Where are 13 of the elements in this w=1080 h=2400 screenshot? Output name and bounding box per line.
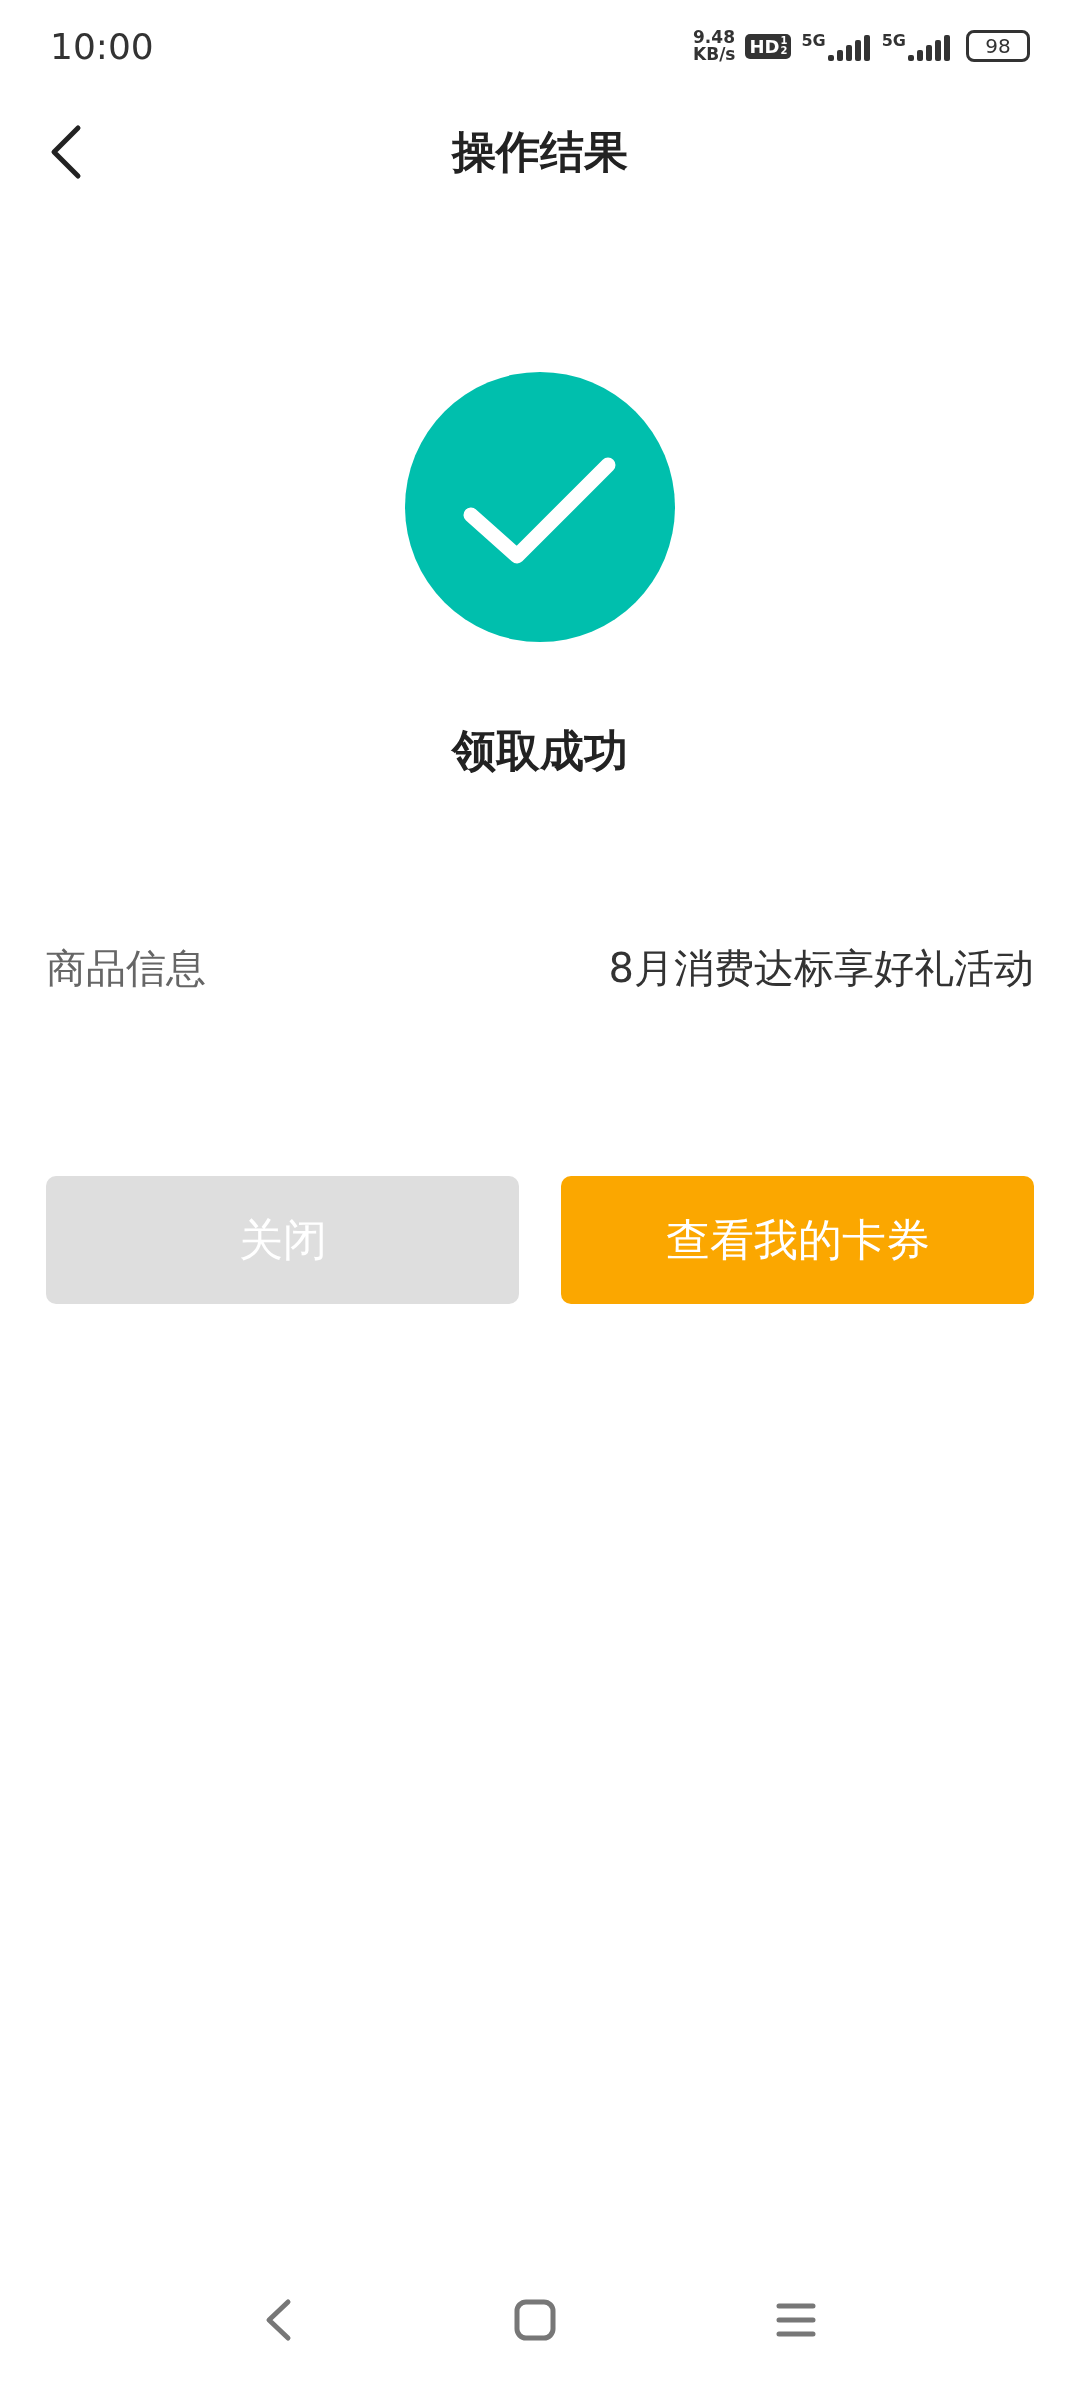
view-coupons-button[interactable]: 查看我的卡券 bbox=[561, 1176, 1034, 1304]
battery-indicator: 98 bbox=[966, 30, 1030, 62]
success-check-icon bbox=[405, 372, 675, 642]
menu-icon[interactable] bbox=[776, 2302, 816, 2338]
info-label: 商品信息 bbox=[46, 944, 206, 993]
home-icon[interactable] bbox=[514, 2299, 556, 2341]
info-value: 8月消费达标享好礼活动 bbox=[608, 944, 1034, 993]
network-speed: 9.48 KB/s bbox=[693, 29, 736, 63]
page-title: 操作结果 bbox=[452, 124, 628, 179]
network-label: 5G bbox=[881, 31, 906, 50]
network-label: 5G bbox=[801, 31, 826, 50]
success-message: 领取成功 bbox=[452, 724, 628, 778]
status-time: 10:00 bbox=[50, 25, 154, 67]
